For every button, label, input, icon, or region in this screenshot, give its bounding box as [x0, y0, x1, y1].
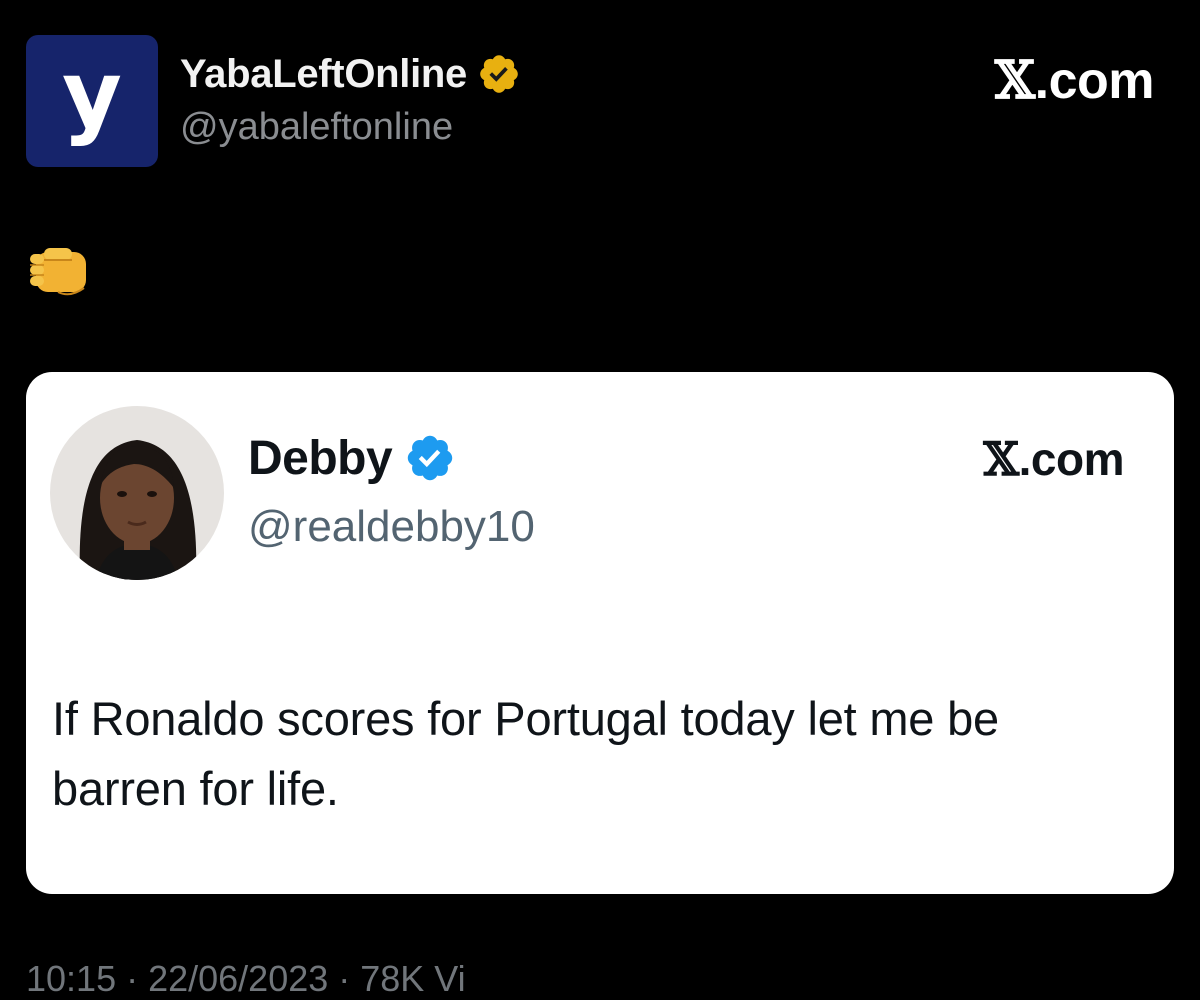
account-display-name[interactable]: YabaLeftOnline	[180, 52, 467, 97]
account-avatar[interactable]: y	[26, 35, 158, 167]
blue-verified-badge-icon	[407, 435, 453, 481]
x-logo-icon: 𝕏	[994, 50, 1035, 111]
quoted-site-brand-label: 𝕏.com	[983, 432, 1124, 486]
site-brand-label: 𝕏.com	[994, 50, 1155, 111]
account-handle[interactable]: @yabaleftonline	[180, 106, 453, 149]
tweet-timestamp-meta[interactable]: 10:15 · 22/06/2023 · 78K Vi	[26, 958, 466, 1000]
gold-verified-badge-icon	[480, 55, 518, 93]
site-suffix: .com	[1034, 52, 1155, 110]
oncoming-fist-icon	[30, 248, 86, 296]
avatar-letter: y	[62, 41, 122, 148]
quoted-handle[interactable]: @realdebby10	[248, 502, 535, 552]
quoted-name-row: Debby	[248, 430, 456, 486]
quoted-tweet-card[interactable]: Debby @realdebby10 𝕏.com If Ronaldo scor…	[26, 372, 1174, 894]
profile-photo-icon	[50, 406, 224, 580]
quoted-avatar[interactable]	[50, 406, 224, 580]
x-logo-icon: 𝕏	[983, 432, 1019, 486]
site-suffix: .com	[1018, 433, 1125, 485]
account-name-row: YabaLeftOnline	[180, 50, 521, 98]
quoted-tweet-text: If Ronaldo scores for Portugal today let…	[52, 692, 999, 815]
quoted-display-name[interactable]: Debby	[248, 431, 393, 486]
